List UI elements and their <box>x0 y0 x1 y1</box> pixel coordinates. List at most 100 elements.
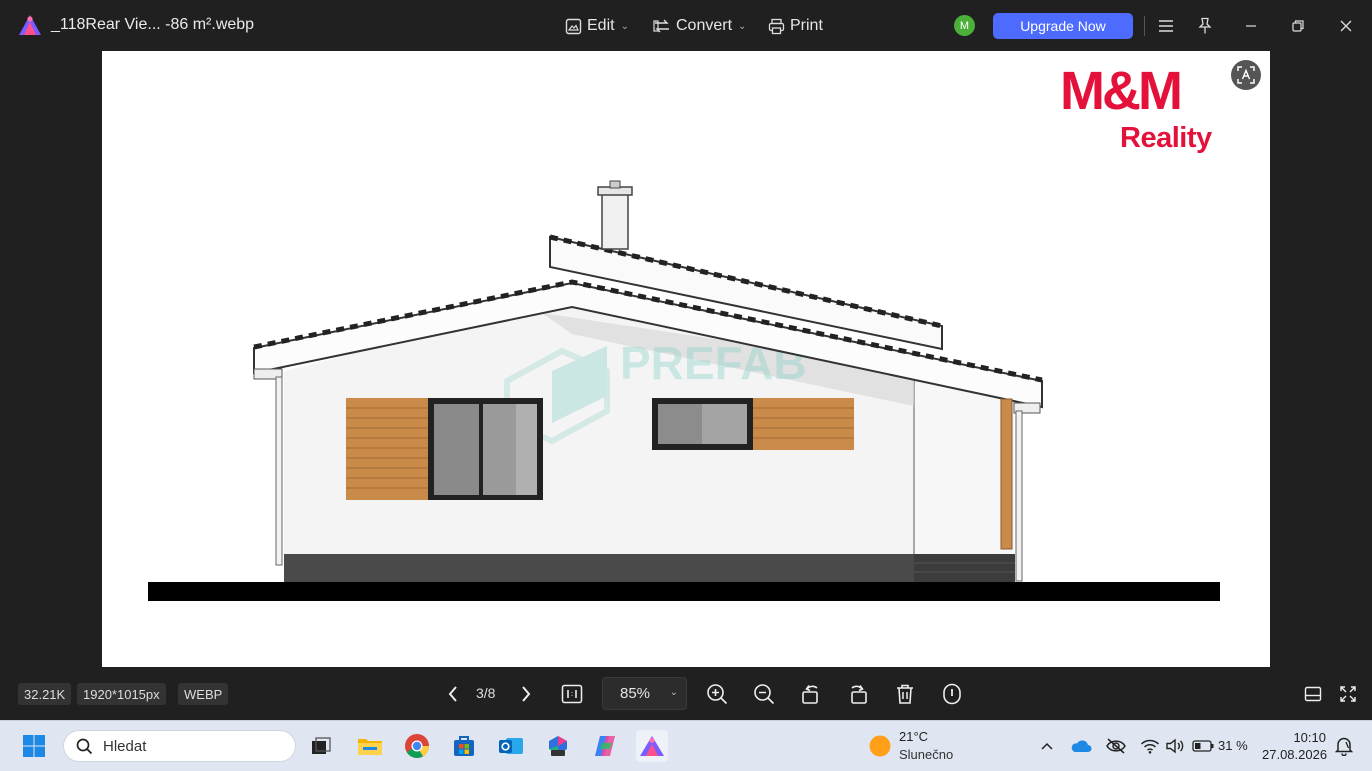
microsoft-365-button[interactable] <box>542 730 574 762</box>
edit-image-icon <box>565 18 582 34</box>
ocr-button[interactable] <box>1231 60 1261 90</box>
task-view-icon <box>312 737 331 754</box>
store-button[interactable] <box>448 730 480 762</box>
wifi-icon <box>1140 739 1160 754</box>
chevron-down-icon: ⌄ <box>669 687 678 698</box>
weather-description: Slunečno <box>899 747 954 762</box>
zoom-value: 85% <box>620 685 651 702</box>
outlook-button[interactable] <box>495 730 527 762</box>
rotate-left-icon <box>802 685 818 704</box>
chrome-icon <box>405 734 429 759</box>
print-label: Print <box>790 17 823 34</box>
layout-panel-icon <box>1304 686 1322 702</box>
task-view-button[interactable] <box>305 730 337 762</box>
info-button[interactable] <box>939 681 965 707</box>
rotate-right-icon <box>851 685 867 704</box>
page-indicator: 3/8 <box>476 685 496 701</box>
menu-button[interactable] <box>1155 15 1177 37</box>
actual-size-button[interactable] <box>559 681 585 707</box>
print-button[interactable]: Print <box>768 14 823 38</box>
app-logo-icon <box>19 15 41 35</box>
convert-menu-button[interactable]: Convert ⌄ <box>653 14 746 38</box>
minimize-icon <box>1246 25 1256 27</box>
file-explorer-button[interactable] <box>354 730 386 762</box>
volume-tray-button[interactable] <box>1164 734 1186 758</box>
brand-logo-mm: M&M <box>1060 61 1183 121</box>
restore-icon <box>1292 20 1304 32</box>
speaker-icon <box>1166 738 1184 754</box>
wood-cladding-right <box>753 398 854 450</box>
visibility-tray-button[interactable] <box>1104 734 1128 758</box>
title-bar: _118Rear Vie... -86 m².webp Edit ⌄ Conve… <box>0 0 1372 51</box>
actual-size-icon <box>561 684 583 704</box>
previous-image-button[interactable] <box>440 681 466 707</box>
start-button[interactable] <box>18 730 50 762</box>
search-icon <box>76 738 93 754</box>
cloud-icon <box>1071 740 1092 752</box>
outlook-icon <box>499 738 523 754</box>
hamburger-icon <box>1159 20 1173 32</box>
titlebar-divider <box>1144 16 1145 36</box>
photo-viewer-taskbar-button[interactable] <box>636 730 668 762</box>
thumbnail-toggle-button[interactable] <box>1300 681 1326 707</box>
wifi-tray-button[interactable] <box>1139 734 1161 758</box>
zoom-out-button[interactable] <box>751 681 777 707</box>
fullscreen-button[interactable] <box>1335 681 1361 707</box>
copilot-button[interactable] <box>589 730 621 762</box>
zoom-in-button[interactable] <box>704 681 730 707</box>
image-viewer-window: _118Rear Vie... -86 m².webp Edit ⌄ Conve… <box>0 0 1372 720</box>
copilot-icon <box>595 736 615 756</box>
file-size-badge: 32.21K <box>18 683 72 705</box>
weather-temperature: 21°C <box>899 729 929 744</box>
notification-bell-icon <box>1335 737 1353 756</box>
text-recognition-icon <box>1237 66 1255 84</box>
chrome-button[interactable] <box>401 730 433 762</box>
upgrade-now-button[interactable]: Upgrade Now <box>993 13 1133 39</box>
eye-off-icon <box>1106 738 1126 754</box>
battery-tray-button[interactable] <box>1191 734 1215 758</box>
trash-icon <box>897 684 913 704</box>
zoom-out-icon <box>754 684 775 705</box>
brand-logo: M&M Reality <box>1060 64 1218 159</box>
onedrive-tray-button[interactable] <box>1069 734 1093 758</box>
dimensions-badge: 1920*1015px <box>77 683 166 705</box>
edit-menu-button[interactable]: Edit ⌄ <box>565 14 629 38</box>
printer-icon <box>768 18 785 34</box>
bottom-toolbar: 32.21K 1920*1015px WEBP 3/8 85% ⌄ <box>0 667 1372 720</box>
info-icon <box>943 683 961 705</box>
store-icon <box>454 736 474 756</box>
clock-date[interactable]: 27.08.2026 <box>1262 747 1327 762</box>
fullscreen-icon <box>1340 686 1356 702</box>
rotate-right-button[interactable] <box>845 681 871 707</box>
convert-icon <box>653 19 669 33</box>
close-button[interactable] <box>1335 15 1357 37</box>
taskbar-search-box[interactable]: Hledat <box>63 730 296 762</box>
search-placeholder: Hledat <box>103 737 147 755</box>
convert-label: Convert <box>676 17 733 34</box>
zoom-select[interactable]: 85% ⌄ <box>602 677 687 710</box>
minimize-button[interactable] <box>1240 15 1262 37</box>
restore-button[interactable] <box>1287 15 1309 37</box>
pin-button[interactable] <box>1194 15 1216 37</box>
microsoft-365-icon <box>549 736 567 756</box>
windows-taskbar: Hledat 21°C Slunečno 31 % 10:10 27.08.20… <box>0 720 1372 771</box>
battery-icon <box>1192 740 1214 752</box>
format-badge: WEBP <box>178 683 229 705</box>
chevron-right-icon <box>522 686 531 702</box>
edit-label: Edit <box>587 17 615 34</box>
delete-button[interactable] <box>892 681 918 707</box>
show-hidden-icons-button[interactable] <box>1038 734 1056 758</box>
file-title: _118Rear Vie... -86 m².webp <box>51 16 255 33</box>
clock-time[interactable]: 10:10 <box>1262 730 1326 745</box>
chevron-up-icon <box>1041 742 1053 750</box>
notifications-button[interactable] <box>1333 734 1355 758</box>
next-image-button[interactable] <box>513 681 539 707</box>
user-avatar[interactable]: M <box>954 15 975 36</box>
weather-widget[interactable] <box>864 730 896 762</box>
close-icon <box>1340 20 1352 32</box>
zoom-in-icon <box>707 684 728 705</box>
image-canvas[interactable]: PREFAB M&M Reality <box>0 51 1372 667</box>
photo-viewer-app-icon <box>640 736 664 756</box>
rotate-left-button[interactable] <box>798 681 824 707</box>
pin-icon <box>1198 17 1212 34</box>
